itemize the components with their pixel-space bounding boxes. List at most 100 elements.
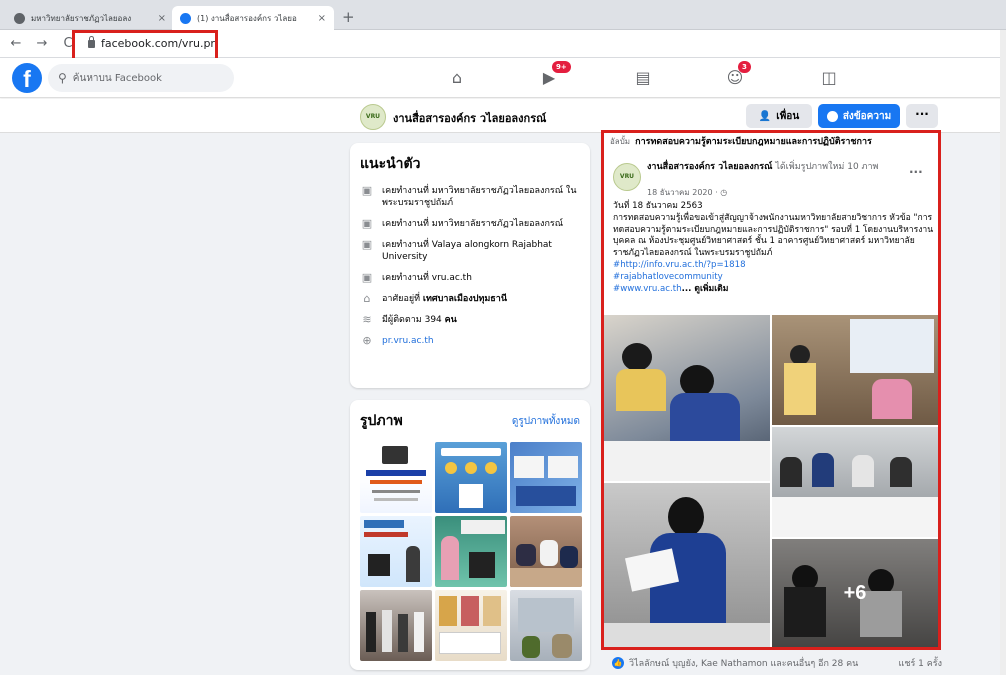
post-date[interactable]: 18 ธันวาคม 2020 · ◷ bbox=[647, 186, 727, 199]
post-highlight-box: อัลบั้ม การทดสอบความรู้ตามระเบียบกฎหมายแ… bbox=[601, 130, 941, 650]
photos-title: รูปภาพ bbox=[360, 413, 403, 429]
post-more-options-icon[interactable]: ··· bbox=[909, 165, 923, 179]
browser-tab-strip: มหาวิทยาลัยราชภัฏวไลยอลงกรณ์ ใน... × (1)… bbox=[0, 0, 1006, 30]
photo-thumbnail[interactable] bbox=[360, 516, 432, 587]
photos-card: รูปภาพ ดูรูปภาพทั้งหมด bbox=[350, 400, 590, 670]
post-action-text: ได้เพิ่มรูปภาพใหม่ 10 ภาพ bbox=[775, 162, 879, 172]
intro-text[interactable]: เทศบาลเมืองปทุมธานี bbox=[423, 294, 507, 304]
album-title[interactable]: การทดสอบความรู้ตามระเบียบกฎหมายและการปฏิ… bbox=[635, 137, 872, 147]
watch-icon[interactable]: ▶ 9+ bbox=[538, 61, 571, 89]
search-icon: ⚲ bbox=[58, 71, 67, 85]
back-arrow-icon[interactable]: ← bbox=[6, 36, 26, 51]
friend-button-label: เพื่อน bbox=[776, 110, 800, 122]
see-all-photos-link[interactable]: ดูรูปภาพทั้งหมด bbox=[512, 414, 580, 429]
browser-tab-1[interactable]: มหาวิทยาลัยราชภัฏวไลยอลงกรณ์ ใน... × bbox=[6, 6, 174, 30]
post-photo[interactable]: +6 bbox=[772, 539, 938, 647]
intro-prefix: เคยทำงานที่ bbox=[382, 186, 432, 196]
home-icon[interactable]: ⌂ bbox=[446, 67, 468, 89]
tab-title: มหาวิทยาลัยราชภัฏวไลยอลงกรณ์ ใน... bbox=[31, 13, 131, 23]
photo-grid bbox=[360, 442, 582, 661]
watch-badge: 9+ bbox=[552, 61, 571, 73]
post-hashtag-link[interactable]: #rajabhatlovecommunity bbox=[613, 272, 935, 284]
browser-tab-2[interactable]: (1) งานสื่อสารองค์กร วไลยอลงกรณ์ × bbox=[172, 6, 334, 30]
page-title[interactable]: งานสื่อสารองค์กร วไลยอลงกรณ์ bbox=[393, 109, 546, 127]
reaction-names[interactable]: วิไลลักษณ์ บุญยัง, Kae Nathamon และคนอื่… bbox=[629, 656, 858, 670]
post-photo[interactable] bbox=[772, 315, 938, 425]
post-hashtag-link[interactable]: #http://info.vru.ac.th/?p=1818 bbox=[613, 260, 935, 272]
post-photo[interactable] bbox=[772, 427, 938, 537]
intro-prefix: เคยทำงานที่ bbox=[382, 273, 432, 283]
home-location-icon: ⌂ bbox=[363, 292, 371, 305]
send-message-button[interactable]: ส่งข้อความ bbox=[818, 104, 900, 128]
home-glyph: ⌂ bbox=[451, 68, 463, 87]
intro-prefix: มีผู้ติดตาม 394 bbox=[382, 315, 445, 325]
post-author-name[interactable]: งานสื่อสารองค์กร วไลยอลงกรณ์ bbox=[647, 162, 772, 172]
intro-item-work-2: ▣ เคยทำงานที่ มหาวิทยาลัยราชภัฏวไลยอลงกร… bbox=[360, 218, 580, 230]
intro-item-work-4: ▣ เคยทำงานที่ vru.ac.th bbox=[360, 272, 580, 284]
scrollbar-track[interactable] bbox=[1000, 30, 1006, 675]
photo-thumbnail[interactable] bbox=[510, 442, 582, 513]
intro-item-followers: ≋ มีผู้ติดตาม 394 คน bbox=[360, 314, 580, 326]
post-photo[interactable] bbox=[604, 315, 770, 481]
more-photos-overlay[interactable]: +6 bbox=[772, 539, 938, 647]
album-prefix: อัลบั้ม bbox=[610, 137, 631, 146]
facebook-favicon-icon bbox=[180, 12, 191, 24]
intro-item-work-3: ▣ เคยทำงานที่ Valaya alongkorn Rajabhat … bbox=[360, 239, 580, 263]
facebook-search-input[interactable]: ⚲ ค้นหาบน Facebook bbox=[48, 64, 234, 92]
friend-button[interactable]: 👤 เพื่อน bbox=[746, 104, 812, 128]
work-icon: ▣ bbox=[361, 184, 373, 197]
intro-item-lives-in: ⌂ อาศัยอยู่ที่ เทศบาลเมืองปทุมธานี bbox=[360, 293, 580, 305]
intro-prefix: อาศัยอยู่ที่ bbox=[382, 294, 423, 304]
tab-close-icon[interactable]: × bbox=[152, 13, 166, 24]
intro-title: แนะนำตัว bbox=[360, 156, 421, 172]
intro-text: คน bbox=[444, 315, 457, 325]
post-reactions-bar: 👍 วิไลลักษณ์ บุญยัง, Kae Nathamon และคนอ… bbox=[612, 656, 942, 670]
gaming-icon[interactable]: ◫ bbox=[818, 67, 840, 89]
photo-thumbnail[interactable] bbox=[360, 590, 432, 661]
post-text-main: การทดสอบความรู้เพื่อขอเข้าสู่สัญญาจ้างพน… bbox=[613, 212, 934, 259]
page-avatar[interactable]: VRU bbox=[360, 104, 386, 130]
facebook-header: f ⚲ ค้นหาบน Facebook ⌂ ▶ 9+ ▤ ☺ 3 ◫ bbox=[0, 58, 1006, 98]
message-button-label: ส่งข้อความ bbox=[842, 110, 892, 122]
post-photo[interactable] bbox=[604, 483, 770, 647]
messenger-icon bbox=[826, 110, 838, 122]
facebook-logo-icon[interactable]: f bbox=[12, 63, 42, 93]
intro-text[interactable]: มหาวิทยาลัยราชภัฏวไลยอลงกรณ์ bbox=[432, 219, 563, 229]
globe-favicon-icon bbox=[14, 12, 25, 24]
marketplace-glyph: ▤ bbox=[635, 68, 651, 87]
website-link[interactable]: pr.vru.ac.th bbox=[382, 335, 434, 347]
intro-text[interactable]: vru.ac.th bbox=[432, 273, 472, 283]
new-tab-button[interactable]: + bbox=[342, 8, 355, 26]
globe-icon: ⊕ bbox=[362, 334, 372, 347]
post-author-line: งานสื่อสารองค์กร วไลยอลงกรณ์ ได้เพิ่มรูป… bbox=[647, 161, 897, 173]
intro-item-website: ⊕ pr.vru.ac.th bbox=[360, 335, 580, 347]
album-strip: อัลบั้ม การทดสอบความรู้ตามระเบียบกฎหมายแ… bbox=[610, 134, 872, 148]
tab-title: (1) งานสื่อสารองค์กร วไลยอลงกรณ์ bbox=[197, 13, 297, 23]
forward-arrow-icon[interactable]: → bbox=[32, 36, 52, 51]
groups-icon[interactable]: ☺ 3 bbox=[724, 61, 751, 89]
intro-prefix: เคยทำงานที่ bbox=[382, 219, 432, 229]
photo-thumbnail[interactable] bbox=[435, 590, 507, 661]
photo-thumbnail[interactable] bbox=[435, 516, 507, 587]
post-hashtag-link[interactable]: #www.vru.ac.th bbox=[613, 284, 682, 294]
intro-prefix: เคยทำงานที่ bbox=[382, 240, 432, 250]
post-card: VRU งานสื่อสารองค์กร วไลยอลงกรณ์ ได้เพิ่… bbox=[609, 153, 933, 313]
work-icon: ▣ bbox=[361, 238, 373, 251]
marketplace-icon[interactable]: ▤ bbox=[632, 67, 654, 89]
gaming-glyph: ◫ bbox=[821, 68, 837, 87]
post-text-date: วันที่ 18 ธันวาคม 2563 bbox=[613, 201, 703, 211]
tab-close-icon[interactable]: × bbox=[312, 13, 326, 24]
page-sub-navigation: VRU งานสื่อสารองค์กร วไลยอลงกรณ์ 👤 เพื่อ… bbox=[0, 99, 1006, 133]
intro-card: แนะนำตัว ▣ เคยทำงานที่ มหาวิทยาลัยราชภัฏ… bbox=[350, 143, 590, 388]
followers-icon: ≋ bbox=[362, 313, 372, 326]
more-options-button[interactable]: ··· bbox=[906, 104, 938, 128]
post-photo-grid: +6 bbox=[604, 315, 938, 647]
see-more-link[interactable]: ... ดูเพิ่มเติม bbox=[682, 284, 729, 294]
photo-thumbnail[interactable] bbox=[360, 442, 432, 513]
photo-thumbnail[interactable] bbox=[510, 516, 582, 587]
share-count[interactable]: แชร์ 1 ครั้ง bbox=[899, 656, 942, 670]
photo-thumbnail[interactable] bbox=[510, 590, 582, 661]
like-reaction-icon: 👍 bbox=[612, 657, 624, 669]
photo-thumbnail[interactable] bbox=[435, 442, 507, 513]
post-author-avatar[interactable]: VRU bbox=[613, 163, 641, 191]
